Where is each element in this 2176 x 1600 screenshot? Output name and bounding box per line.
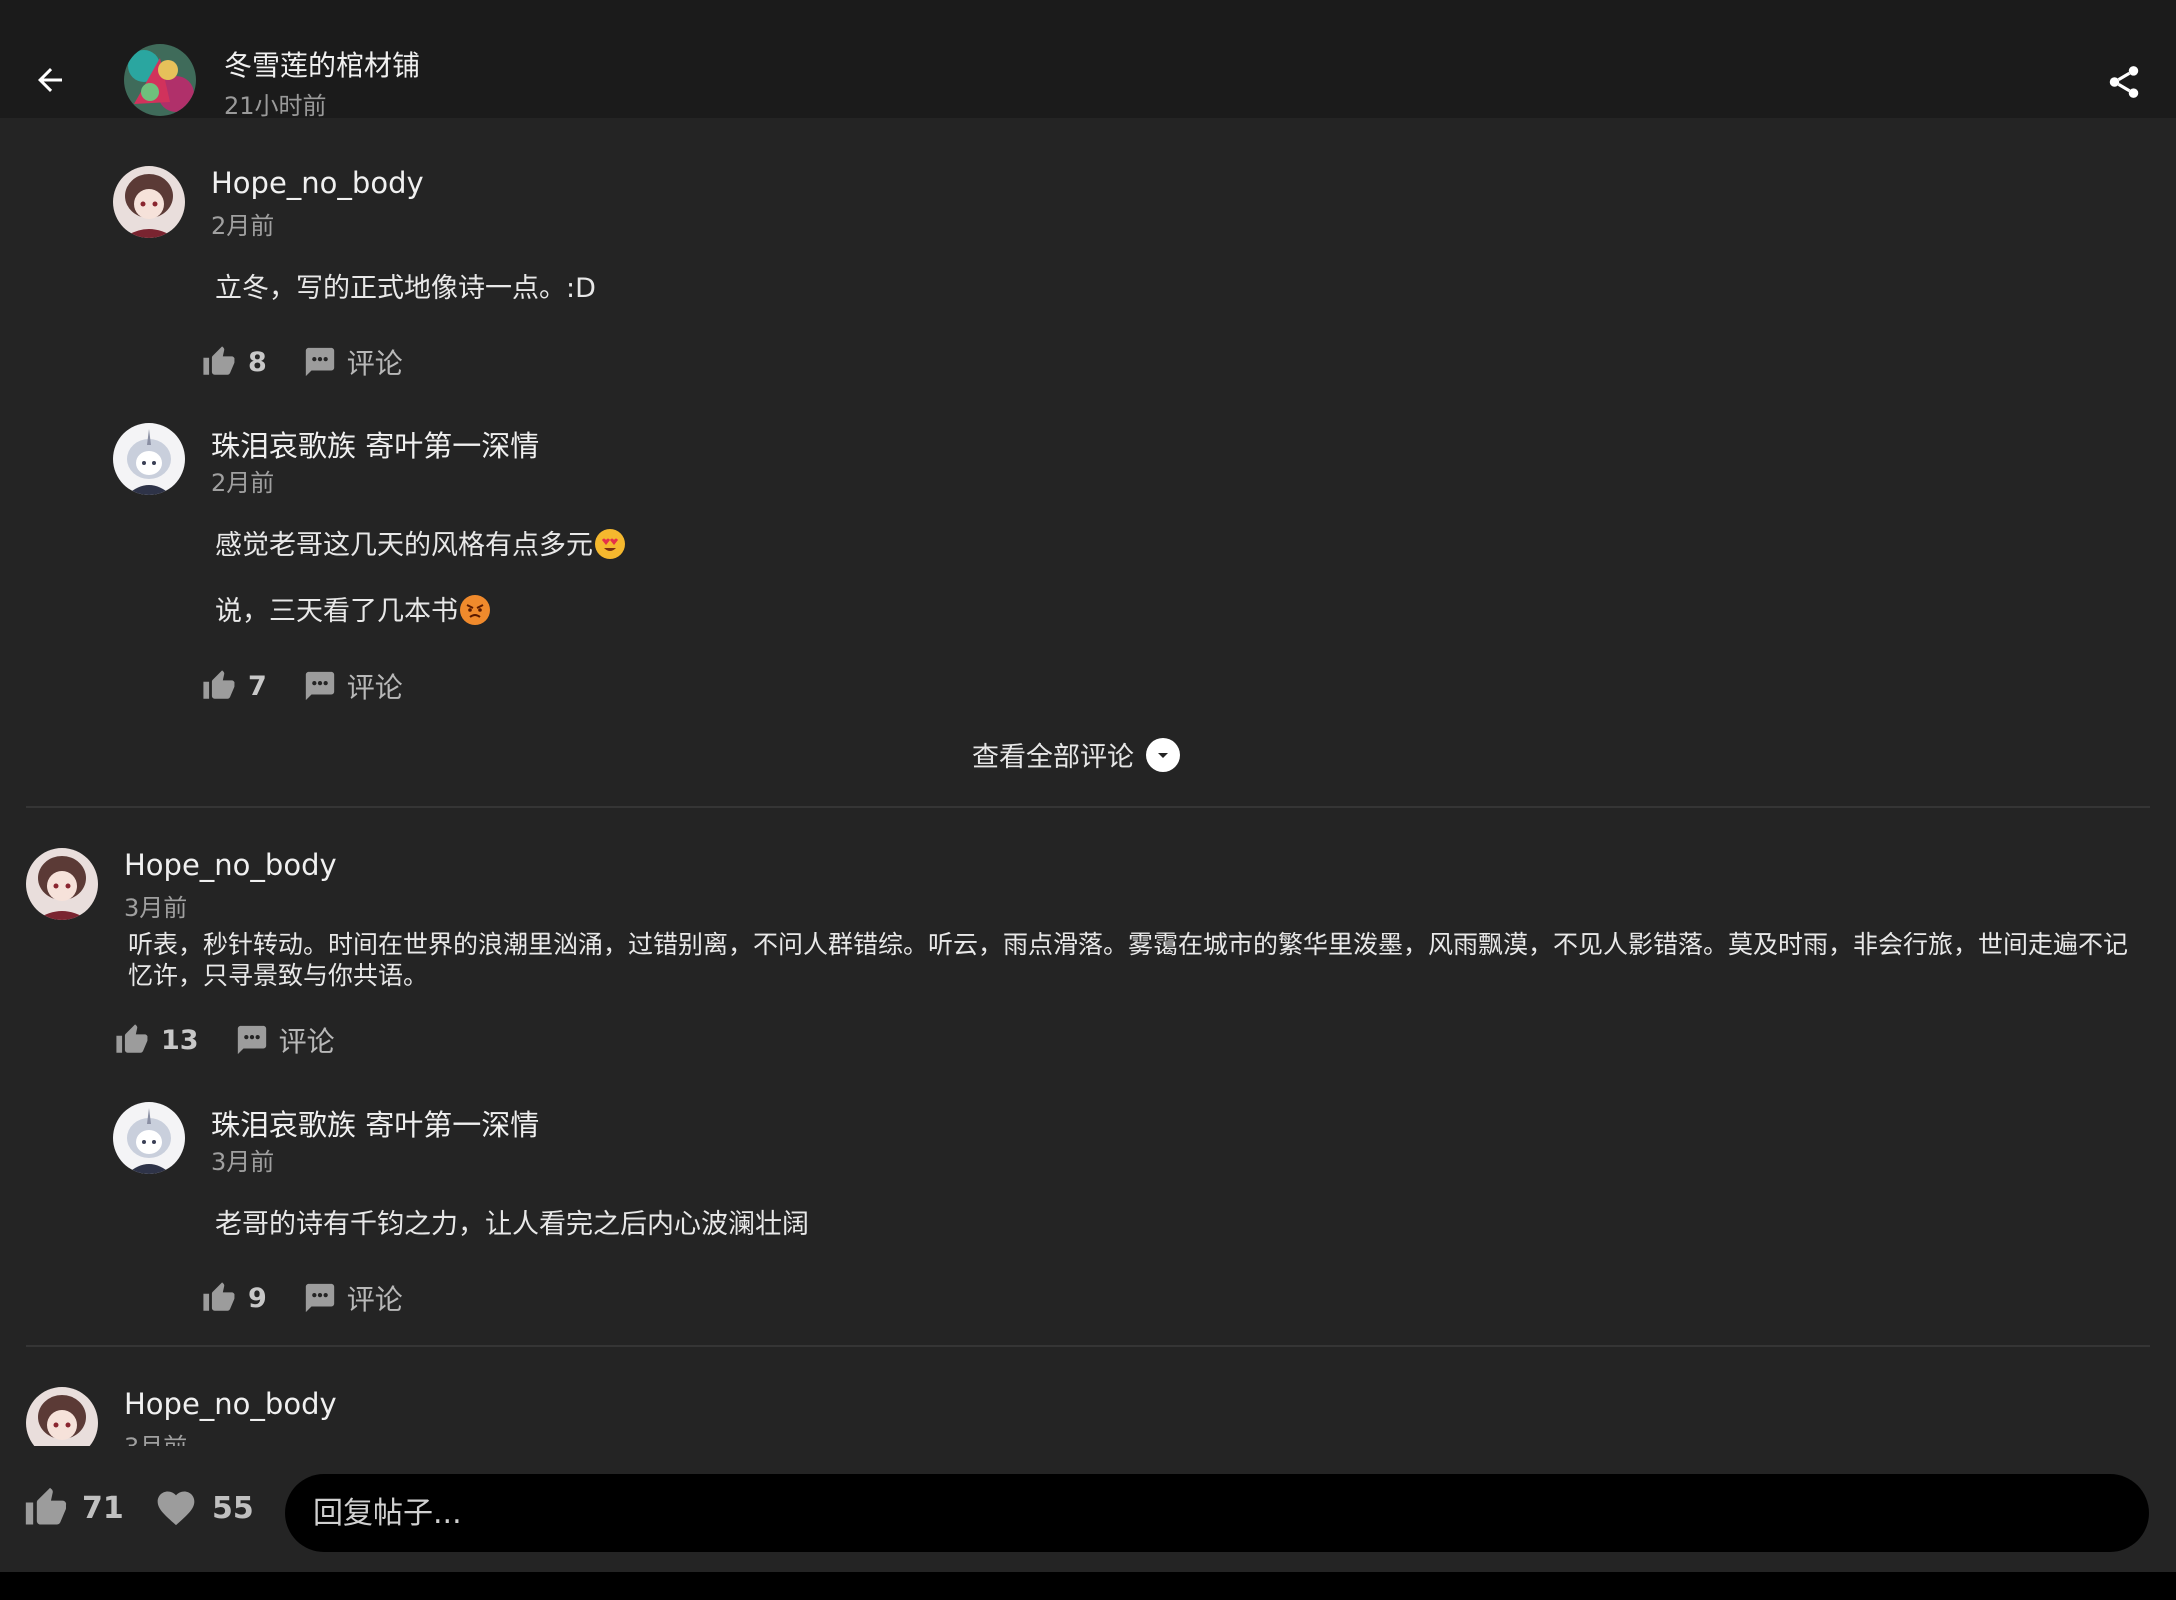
reply-label: 评论 [346,1283,403,1316]
post-time: 21小时前 [224,92,327,120]
comment-time: 2月前 [211,212,275,240]
commenter-avatar[interactable] [26,848,98,920]
reply-button[interactable]: 评论 [303,342,403,382]
comment-text: 老哥的诗有千钧之力，让人看完之后内心波澜壮阔 [215,1209,809,1240]
back-button[interactable] [22,52,78,108]
post-favorite-count: 55 [212,1490,254,1526]
chevron-down-icon [1146,737,1180,772]
app-root: 冬雪莲的棺材铺 21小时前 Hope_no_body 2月前 立冬，写的正式地像… [0,0,2176,1600]
comment-text: 立冬，写的正式地像诗一点。:D [215,273,596,304]
view-all-comments-button[interactable]: 查看全部评论 [972,735,1180,774]
comment-actions: 13 评论 [115,1018,335,1062]
comment-bubble-icon [305,671,334,701]
divider [26,806,2150,808]
comment-bubble-icon [305,347,334,377]
system-nav-strip [0,1572,2176,1600]
bottom-reply-bar: 71 55 [0,1446,2176,1572]
comment-text-line-2: 说，三天看了几本书 [215,596,458,627]
thumbs-up-icon [203,346,235,375]
share-button[interactable] [2094,52,2154,112]
commenter-name[interactable]: 珠泪哀歌族 寄叶第一深情 [211,423,539,465]
comment-bubble-icon [305,1283,334,1313]
reply-button[interactable]: 评论 [303,666,403,706]
post-author-name[interactable]: 冬雪莲的棺材铺 [224,44,420,84]
reply-post-input[interactable] [285,1474,2149,1552]
like-count: 13 [161,1024,199,1056]
commenter-name[interactable]: Hope_no_body [211,166,424,200]
angry-face-emoji [460,595,490,625]
comment-bubble-icon [237,1025,266,1055]
like-button[interactable]: 9 [202,1281,267,1315]
like-count: 7 [248,670,267,702]
top-bar: 冬雪莲的棺材铺 21小时前 [0,0,2176,120]
comment-text-line: 感觉老哥这几天的风格有点多元 [215,523,625,562]
comment-time: 3月前 [211,1148,275,1176]
share-icon [2109,66,2139,98]
view-all-label: 查看全部评论 [972,742,1134,773]
like-count: 9 [248,1282,267,1314]
commenter-name[interactable]: Hope_no_body [124,848,337,882]
commenter-avatar[interactable] [113,166,185,238]
thumbs-up-icon [203,1282,235,1311]
comment-text: 听表，秒针转动。时间在世界的浪潮里汹涌，过错别离，不问人群错综。听云，雨点滑落。… [128,930,2129,990]
reply-label: 评论 [346,347,403,380]
commenter-avatar[interactable] [113,423,185,495]
commenter-name[interactable]: 珠泪哀歌族 寄叶第一深情 [211,1102,539,1144]
comment-actions: 9 评论 [202,1276,403,1320]
like-button[interactable]: 7 [202,669,267,703]
heart-eyes-emoji [595,529,625,559]
like-button[interactable]: 13 [115,1023,199,1057]
comment-text-line-1: 感觉老哥这几天的风格有点多元 [215,530,593,561]
post-favorite-button[interactable]: 55 [154,1486,254,1530]
arrow-left-icon [38,68,62,92]
post-like-count: 71 [82,1490,124,1526]
reply-label: 评论 [278,1025,335,1058]
reply-label: 评论 [346,671,403,704]
commenter-avatar[interactable] [113,1102,185,1174]
reply-button[interactable]: 评论 [303,1278,403,1318]
commenter-name[interactable]: Hope_no_body [124,1387,337,1421]
divider [26,1345,2150,1347]
thumbs-up-icon [25,1487,67,1525]
thumbs-up-icon [203,670,235,699]
like-count: 8 [248,346,267,378]
reply-button[interactable]: 评论 [235,1020,335,1060]
post-like-button[interactable]: 71 [24,1486,124,1530]
thumbs-up-icon [116,1024,148,1053]
comment-time: 3月前 [124,894,188,922]
like-button[interactable]: 8 [202,345,267,379]
author-avatar[interactable] [124,44,196,116]
comment-text-line: 说，三天看了几本书 [215,589,490,628]
comment-actions: 8 评论 [202,340,403,384]
heart-icon [157,1491,195,1526]
comment-time: 2月前 [211,469,275,497]
comment-actions: 7 评论 [202,664,403,708]
